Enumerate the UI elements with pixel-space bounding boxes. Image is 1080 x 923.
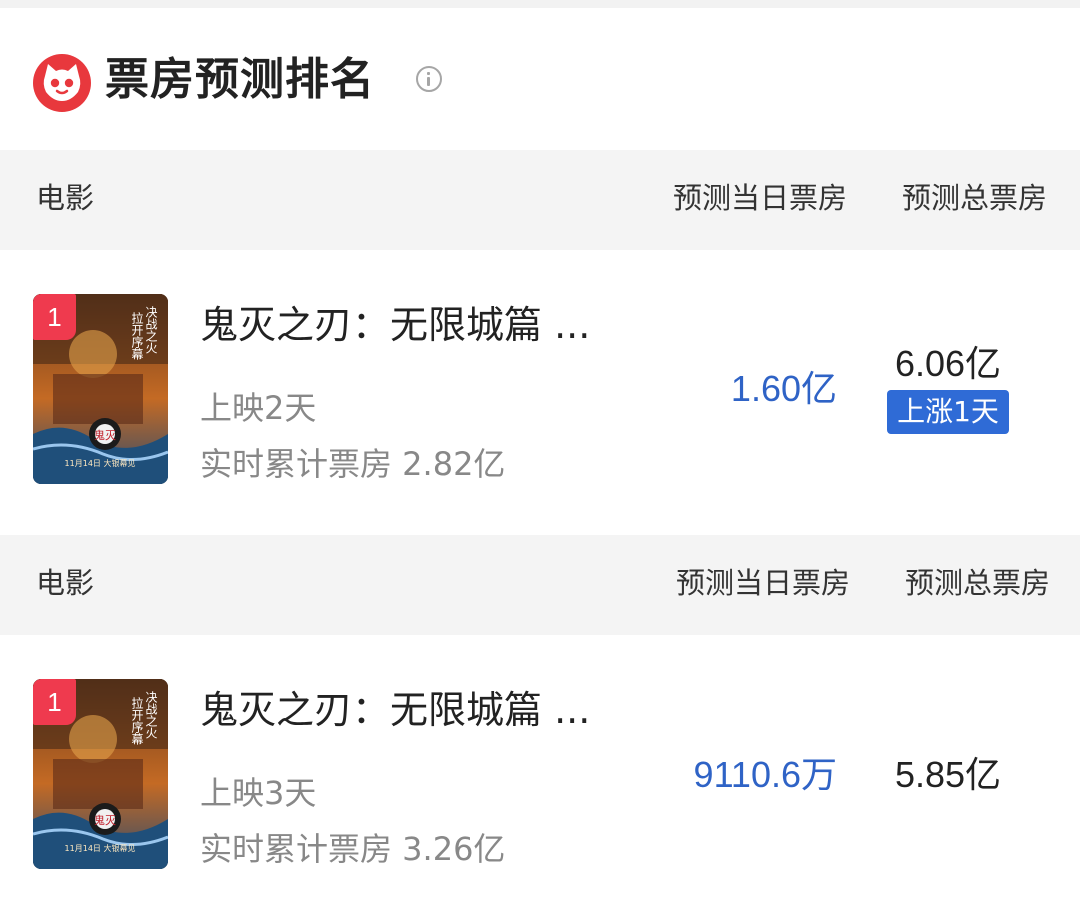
column-total-box-office-label: 预测总票房 (901, 181, 1047, 215)
rank-badge: 1 (33, 679, 76, 725)
top-divider (0, 0, 1080, 8)
release-days: 上映2天 (200, 389, 317, 427)
column-day-box-office-label: 预测当日票房 (672, 181, 847, 215)
poster-date-text: 11月14日 大银幕见 (65, 843, 136, 853)
column-movie-label: 电影 (36, 566, 95, 600)
total-box-office-cell: 6.06亿 上涨1天 (878, 340, 1018, 434)
release-days: 上映3天 (200, 774, 317, 812)
movie-title[interactable]: 鬼灭之刃：无限城篇 ... (200, 300, 590, 350)
column-header: 电影 预测当日票房 预测总票房 (0, 535, 1080, 635)
info-circle-icon[interactable] (416, 66, 442, 92)
total-box-office-cell: 5.85亿 (878, 751, 1018, 799)
poster-tagline-2: 拉开序幕 (130, 311, 144, 361)
trend-badge: 上涨1天 (887, 390, 1009, 434)
poster-logo-text: 鬼灭 (94, 428, 116, 442)
poster-tagline-2: 拉开序幕 (130, 696, 144, 746)
poster-date-text: 11月14日 大银幕见 (65, 458, 136, 468)
poster-tagline-1: 决战之火 (144, 306, 158, 354)
header: 票房预测排名 (0, 8, 1080, 150)
movie-row[interactable]: 鬼灭 决战之火 拉开序幕 11月14日 大银幕见 1 鬼灭之刃：无限城篇 ...… (0, 635, 1080, 923)
maoyan-cat-logo-icon (33, 54, 91, 112)
movie-row[interactable]: 鬼灭 决战之火 拉开序幕 11月14日 大银幕见 1 鬼灭之刃：无限城篇 ...… (0, 250, 1080, 530)
predicted-total-box-office: 6.06亿 (894, 343, 1002, 384)
cumulative-box-office: 实时累计票房 2.82亿 (200, 445, 506, 483)
poster-tagline-1: 决战之火 (144, 691, 158, 739)
rank-badge: 1 (33, 294, 76, 340)
movie-poster[interactable]: 鬼灭 决战之火 拉开序幕 11月14日 大银幕见 1 (33, 294, 168, 484)
predicted-total-box-office: 5.85亿 (894, 754, 1002, 795)
predicted-day-box-office: 1.60亿 (730, 368, 837, 409)
page-title: 票房预测排名 (105, 54, 375, 105)
column-movie-label: 电影 (36, 181, 95, 215)
poster-logo-text: 鬼灭 (94, 813, 116, 827)
cumulative-box-office: 实时累计票房 3.26亿 (200, 830, 506, 868)
movie-title[interactable]: 鬼灭之刃：无限城篇 ... (200, 685, 590, 735)
predicted-day-box-office: 9110.6万 (693, 754, 837, 795)
column-day-box-office-label: 预测当日票房 (675, 566, 850, 600)
column-total-box-office-label: 预测总票房 (904, 566, 1050, 600)
movie-poster[interactable]: 鬼灭 决战之火 拉开序幕 11月14日 大银幕见 1 (33, 679, 168, 869)
column-header: 电影 预测当日票房 预测总票房 (0, 150, 1080, 250)
